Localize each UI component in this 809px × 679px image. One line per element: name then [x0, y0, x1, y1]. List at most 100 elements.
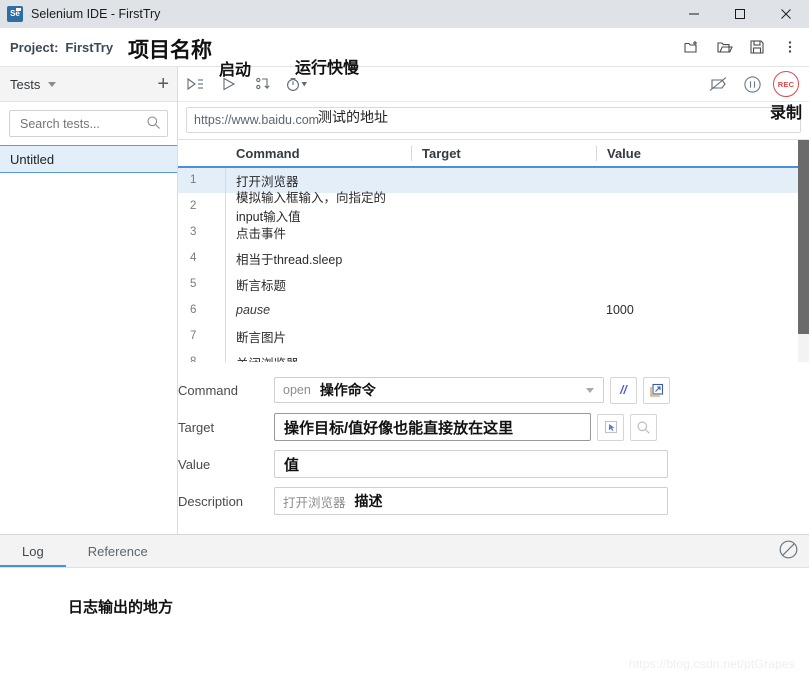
window-controls [671, 0, 809, 28]
row-command[interactable]: 相当于thread.sleep [226, 249, 411, 268]
description-value: 打开浏览器 [283, 492, 346, 511]
target-field-row: Target 操作目标/值好像也能直接放在这里 [178, 411, 809, 443]
table-row[interactable]: 4 相当于thread.sleep [178, 245, 809, 271]
value-field-label: Value [178, 457, 274, 472]
row-command[interactable]: 点击事件 [226, 223, 411, 242]
search-icon [146, 115, 161, 135]
description-input[interactable]: 打开浏览器 描述 [274, 487, 668, 515]
close-button[interactable] [763, 0, 809, 28]
title-bar: Se Selenium IDE - FirstTry [0, 0, 809, 28]
base-url-value: https://www.baidu.com [194, 113, 319, 127]
description-field-row: Description 打开浏览器 描述 [178, 485, 809, 517]
selenium-ide-window: Se Selenium IDE - FirstTry Project: Firs… [0, 0, 809, 679]
project-label: Project: [10, 40, 58, 55]
table-accent-line [178, 166, 809, 168]
command-field-label: Command [178, 383, 274, 398]
row-command[interactable]: 断言标题 [226, 275, 411, 294]
tests-sidebar: Tests + Untitled [0, 67, 178, 562]
command-editor-form: Command open 操作命令 // [178, 362, 809, 562]
row-index: 3 [178, 219, 226, 245]
tab-reference[interactable]: Reference [66, 536, 170, 567]
table-row[interactable]: 2 模拟输入框输入，向指定的input输入值 [178, 193, 809, 219]
table-row[interactable]: 3 点击事件 [178, 219, 809, 245]
column-header-value[interactable]: Value [596, 146, 809, 161]
test-speed-icon[interactable] [280, 69, 314, 99]
column-header-command[interactable]: Command [226, 146, 411, 161]
disable-breakpoints-icon[interactable] [701, 69, 735, 99]
command-table: Command Target Value 1 打开浏览器 2 模拟输入框输入，向… [178, 139, 809, 362]
tab-log[interactable]: Log [0, 536, 66, 567]
row-command[interactable]: pause [226, 303, 411, 317]
step-over-icon[interactable] [246, 69, 280, 99]
run-current-test-icon[interactable] [212, 69, 246, 99]
open-in-window-icon[interactable] [643, 377, 670, 404]
value-input[interactable]: 值 [274, 450, 668, 478]
table-row[interactable]: 5 断言标题 [178, 271, 809, 297]
command-table-header: Command Target Value [178, 140, 809, 167]
find-target-icon[interactable] [630, 414, 657, 441]
save-project-icon[interactable] [742, 32, 772, 62]
row-index: 1 [178, 167, 226, 193]
chevron-down-icon[interactable] [586, 388, 594, 393]
minimize-button[interactable] [671, 0, 717, 28]
row-value[interactable]: 1000 [596, 303, 809, 317]
command-input[interactable]: open 操作命令 [274, 377, 604, 403]
tests-header: Tests + [0, 67, 177, 102]
playback-toolbar: REC [178, 67, 809, 102]
value-annotation: 值 [284, 454, 299, 475]
run-all-tests-icon[interactable] [178, 69, 212, 99]
description-annotation: 描述 [355, 491, 383, 511]
toggle-comment-button[interactable]: // [610, 377, 637, 404]
table-row[interactable]: 8 关闭浏览器 [178, 349, 809, 362]
open-project-icon[interactable] [709, 32, 739, 62]
log-annotation: 日志输出的地方 [68, 599, 173, 616]
target-annotation: 操作目标/值好像也能直接放在这里 [284, 417, 513, 438]
chevron-down-icon[interactable] [48, 82, 56, 87]
add-test-button[interactable]: + [157, 74, 169, 94]
clear-log-icon[interactable] [778, 539, 799, 565]
search-wrapper [0, 102, 177, 145]
command-value: open [283, 383, 311, 397]
search-box[interactable] [9, 110, 168, 137]
base-url-field[interactable]: https://www.baidu.com [186, 107, 801, 133]
description-field-label: Description [178, 494, 274, 509]
table-row[interactable]: 6 pause 1000 [178, 297, 809, 323]
table-scrollbar-thumb[interactable] [798, 140, 809, 334]
tests-dropdown-label[interactable]: Tests [10, 77, 40, 92]
watermark: https://blog.csdn.net/ptGrapes [629, 657, 795, 671]
row-command[interactable]: 模拟输入框输入，向指定的input输入值 [226, 187, 411, 225]
playback-toolbar-right: REC [701, 69, 803, 99]
log-panel: Log Reference 日志输出的地方 https://blog.csdn.… [0, 534, 809, 679]
row-index: 2 [178, 193, 226, 219]
sidebar-item-untitled[interactable]: Untitled [0, 145, 177, 173]
row-command[interactable]: 断言图片 [226, 327, 411, 346]
target-input[interactable]: 操作目标/值好像也能直接放在这里 [274, 413, 591, 441]
table-scrollbar[interactable] [798, 140, 809, 362]
window-title: Selenium IDE - FirstTry [31, 7, 160, 21]
selenium-logo-icon: Se [7, 6, 23, 22]
comment-label: // [620, 383, 627, 397]
main-body: Tests + Untitled [0, 67, 809, 562]
table-row[interactable]: 7 断言图片 [178, 323, 809, 349]
maximize-button[interactable] [717, 0, 763, 28]
base-url-wrapper: https://www.baidu.com [178, 102, 809, 139]
row-index: 6 [178, 297, 226, 323]
row-index: 4 [178, 245, 226, 271]
value-field-row: Value 值 [178, 448, 809, 480]
row-command[interactable]: 关闭浏览器 [226, 353, 411, 363]
search-input[interactable] [18, 116, 142, 132]
command-field-row: Command open 操作命令 // [178, 374, 809, 406]
column-header-target[interactable]: Target [411, 146, 596, 161]
more-options-icon[interactable] [775, 32, 805, 62]
row-index: 7 [178, 323, 226, 349]
project-actions [676, 32, 805, 62]
new-project-icon[interactable] [676, 32, 706, 62]
row-index: 8 [178, 349, 226, 362]
record-icon[interactable]: REC [769, 69, 803, 99]
record-label: REC [773, 71, 799, 97]
log-content: 日志输出的地方 [0, 568, 809, 617]
select-target-icon[interactable] [597, 414, 624, 441]
row-index: 5 [178, 271, 226, 297]
pause-icon[interactable] [735, 69, 769, 99]
project-name[interactable]: FirstTry [65, 40, 113, 55]
